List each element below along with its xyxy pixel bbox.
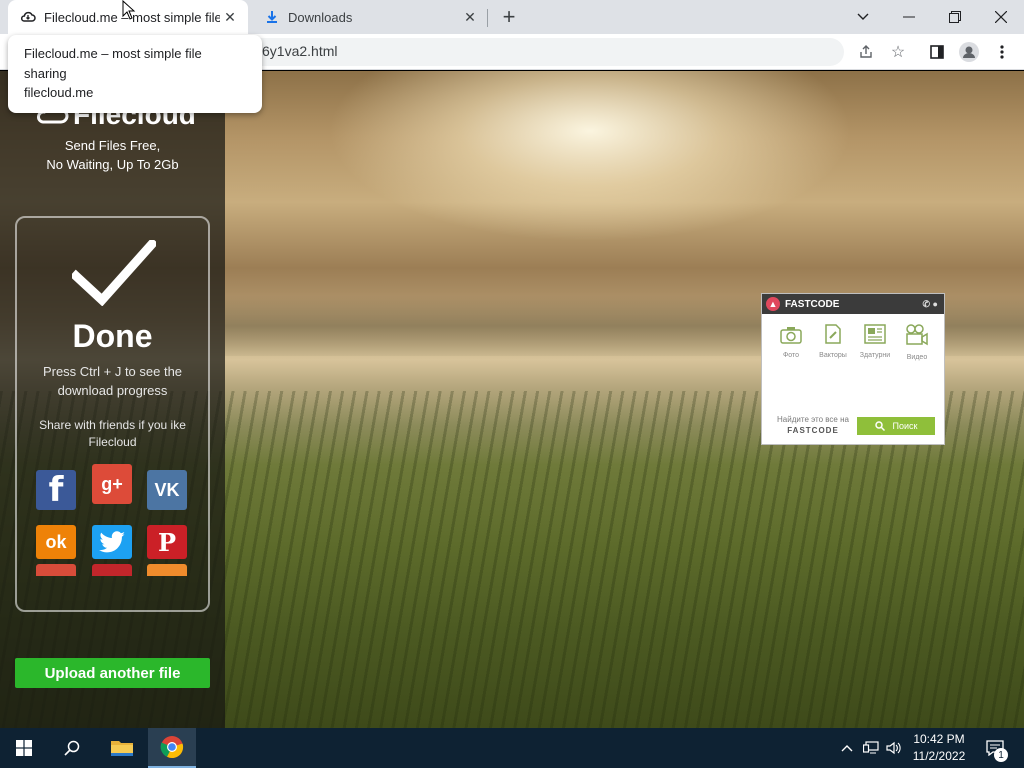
fastcode-item-news[interactable]: Здатурни bbox=[855, 324, 895, 361]
new-tab-button[interactable]: + bbox=[496, 4, 522, 29]
notification-count-badge: 1 bbox=[994, 748, 1008, 762]
fastcode-item-photo[interactable]: Фото bbox=[771, 324, 811, 361]
tab-strip: Filecloud.me – most simple file sharing … bbox=[0, 0, 1024, 34]
fastcode-item-label: Фото bbox=[782, 352, 800, 359]
download-progress-hint: Press Ctrl + J to see the download progr… bbox=[17, 362, 208, 400]
close-window-button[interactable] bbox=[978, 0, 1024, 34]
vk-icon[interactable]: VK bbox=[147, 470, 187, 510]
fastcode-categories: Фото Вакторы Здатурни Видео bbox=[762, 324, 946, 361]
hover-card-title: Filecloud.me – most simple file sharing bbox=[24, 46, 202, 81]
volume-icon[interactable] bbox=[883, 728, 905, 768]
start-button[interactable] bbox=[0, 728, 48, 768]
chrome-icon bbox=[160, 736, 184, 759]
video-camera-icon bbox=[897, 324, 937, 354]
tab-title: Downloads bbox=[288, 9, 353, 25]
sidebar: Filecloud Send Files Free, No Waiting, U… bbox=[0, 71, 225, 728]
cloud-icon bbox=[20, 9, 36, 25]
share-text: Share with friends if you ike Filecloud bbox=[17, 417, 208, 451]
search-icon bbox=[874, 421, 885, 431]
social-icon-partial[interactable] bbox=[147, 564, 187, 576]
file-explorer-button[interactable] bbox=[98, 728, 146, 768]
windows-taskbar: 10:42 PM 11/2/2022 1 bbox=[0, 728, 1024, 768]
social-icon-partial[interactable] bbox=[36, 564, 76, 576]
fastcode-find-brand: FASTCODE bbox=[787, 426, 839, 435]
minimize-button[interactable] bbox=[886, 0, 932, 34]
web-page: Filecloud Send Files Free, No Waiting, U… bbox=[0, 71, 1024, 728]
fastcode-header: ▲ FASTCODE ✆ ● bbox=[762, 294, 944, 314]
profile-avatar-icon[interactable] bbox=[957, 40, 981, 64]
done-heading: Done bbox=[72, 318, 153, 354]
checkmark-icon bbox=[72, 240, 156, 306]
fastcode-item-vectors[interactable]: Вакторы bbox=[813, 324, 853, 361]
tagline-line-2: No Waiting, Up To 2Gb bbox=[46, 157, 179, 172]
hover-card-host: filecloud.me bbox=[24, 85, 94, 100]
chrome-taskbar-button[interactable] bbox=[148, 728, 196, 768]
share-line-1: Share with friends if you ike bbox=[39, 418, 186, 432]
google-plus-icon[interactable]: g+ bbox=[92, 464, 132, 504]
taskbar-clock[interactable]: 10:42 PM 11/2/2022 bbox=[906, 731, 972, 765]
vector-icon bbox=[813, 324, 853, 352]
fastcode-item-label: Здатурни bbox=[859, 352, 891, 359]
news-icon bbox=[855, 324, 895, 352]
fastcode-search-button[interactable]: Поиск bbox=[857, 417, 935, 435]
hint-line-2: download progress bbox=[57, 383, 168, 398]
clock-time: 10:42 PM bbox=[913, 732, 965, 746]
fastcode-search-label: Поиск bbox=[892, 421, 918, 431]
fastcode-widget: ▲ FASTCODE ✆ ● Фото Вакторы Здатурни Вид… bbox=[761, 293, 945, 445]
mouse-cursor-icon bbox=[122, 0, 136, 20]
done-panel: Done Press Ctrl + J to see the download … bbox=[15, 216, 210, 612]
fastcode-find-line: Найдите это все на bbox=[777, 415, 849, 424]
tab-close-icon[interactable]: ✕ bbox=[220, 7, 240, 27]
url-text[interactable]: 6y1va2.html bbox=[262, 43, 337, 59]
folder-icon bbox=[111, 741, 133, 756]
social-icon-partial[interactable] bbox=[92, 564, 132, 576]
tab-hover-card: Filecloud.me – most simple file sharing … bbox=[8, 35, 262, 113]
restore-button[interactable] bbox=[932, 0, 978, 34]
fastcode-header-icons[interactable]: ✆ ● bbox=[923, 299, 938, 310]
side-panel-icon[interactable] bbox=[925, 40, 949, 64]
download-icon bbox=[264, 9, 280, 25]
notification-center-button[interactable]: 1 bbox=[980, 728, 1010, 768]
tab-search-chevron-icon[interactable] bbox=[840, 0, 886, 34]
taskbar-search-button[interactable] bbox=[48, 728, 96, 768]
tray-chevron-up-icon[interactable] bbox=[836, 728, 858, 768]
camera-icon bbox=[771, 324, 811, 352]
share-icon[interactable] bbox=[854, 40, 878, 64]
windows-logo-icon bbox=[16, 740, 32, 756]
clock-date: 11/2/2022 bbox=[912, 749, 966, 763]
tab-separator bbox=[487, 9, 488, 27]
fastcode-item-video[interactable]: Видео bbox=[897, 324, 937, 361]
search-icon bbox=[64, 740, 80, 756]
share-line-2: Filecloud bbox=[88, 435, 137, 449]
fastcode-item-label: Видео bbox=[906, 354, 928, 361]
fastcode-brand: FASTCODE bbox=[785, 298, 840, 310]
twitter-icon[interactable] bbox=[92, 525, 132, 559]
menu-kebab-icon[interactable] bbox=[990, 40, 1014, 64]
tab-close-icon[interactable]: ✕ bbox=[460, 7, 480, 27]
upload-another-file-button[interactable]: Upload another file bbox=[15, 658, 210, 688]
bookmark-star-icon[interactable]: ☆ bbox=[886, 40, 910, 64]
pinterest-icon[interactable]: P bbox=[147, 525, 187, 559]
network-icon[interactable] bbox=[860, 728, 882, 768]
fastcode-find-text: Найдите это все на FASTCODE bbox=[768, 414, 858, 436]
fastcode-flame-icon: ▲ bbox=[766, 297, 780, 311]
tagline-line-1: Send Files Free, bbox=[64, 138, 161, 153]
facebook-icon[interactable]: f bbox=[36, 470, 76, 510]
tab-downloads[interactable]: Downloads ✕ bbox=[252, 0, 488, 34]
hint-line-1: Press Ctrl + J to see the bbox=[42, 364, 183, 379]
fastcode-item-label: Вакторы bbox=[819, 352, 847, 359]
odnoklassniki-icon[interactable]: ok bbox=[36, 525, 76, 559]
